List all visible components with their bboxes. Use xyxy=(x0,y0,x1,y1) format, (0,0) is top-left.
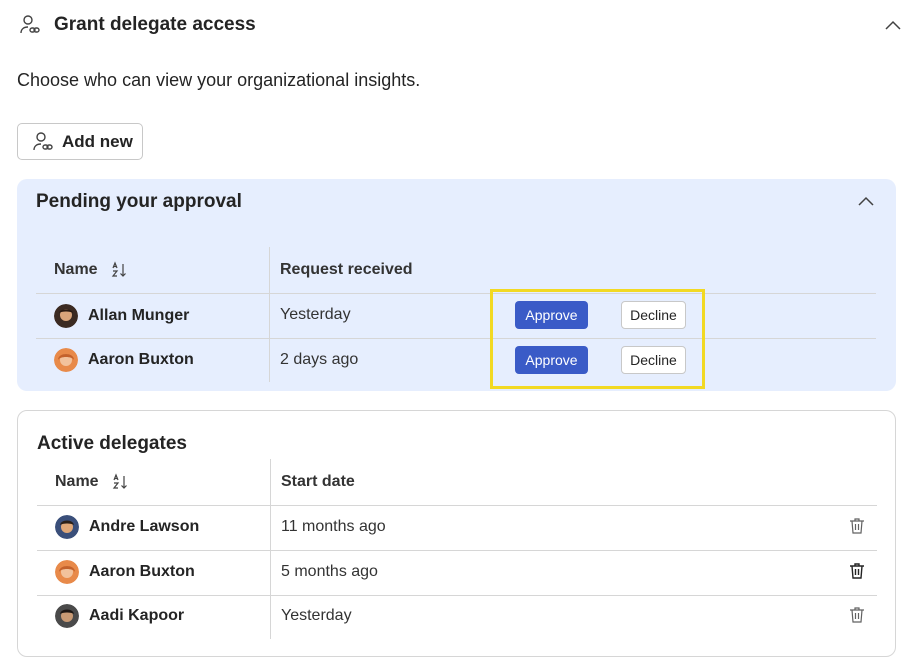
table-row: Allan Munger xyxy=(54,304,189,328)
table-row: Andre Lawson xyxy=(55,515,199,539)
person-link-icon xyxy=(32,131,54,153)
column-header-label: Name xyxy=(54,261,98,278)
row-divider xyxy=(36,338,876,339)
page-title: Grant delegate access xyxy=(54,14,256,35)
active-title: Active delegates xyxy=(37,433,187,454)
column-divider xyxy=(269,247,270,382)
delegate-name: Aadi Kapoor xyxy=(89,607,185,624)
trash-icon[interactable] xyxy=(847,605,867,625)
chevron-up-icon[interactable] xyxy=(883,15,903,35)
start-date: 11 months ago xyxy=(281,518,386,535)
column-header-start-date[interactable]: Start date xyxy=(281,473,355,491)
row-divider xyxy=(37,595,877,596)
request-date: 2 days ago xyxy=(280,351,359,368)
column-header-name[interactable]: Name xyxy=(55,473,129,491)
active-delegates-panel: Active delegates Name Start date Andre L… xyxy=(17,410,896,657)
add-new-button[interactable]: Add new xyxy=(17,123,143,160)
column-header-request-received[interactable]: Request received xyxy=(280,261,413,279)
avatar xyxy=(55,560,79,584)
avatar xyxy=(55,604,79,628)
sort-az-icon[interactable] xyxy=(111,473,129,491)
row-divider xyxy=(37,505,877,506)
delegate-name: Allan Munger xyxy=(88,307,190,324)
section-header: Grant delegate access xyxy=(18,8,903,42)
table-row: Aadi Kapoor xyxy=(55,604,184,628)
column-divider xyxy=(270,459,271,639)
avatar xyxy=(54,304,78,328)
row-divider xyxy=(37,550,877,551)
table-row: Aaron Buxton xyxy=(55,560,195,584)
avatar xyxy=(54,348,78,372)
column-header-label: Name xyxy=(55,473,99,490)
delegate-name: Andre Lawson xyxy=(89,518,200,535)
trash-icon[interactable] xyxy=(847,561,867,581)
chevron-up-icon[interactable] xyxy=(856,191,876,211)
pending-title: Pending your approval xyxy=(36,191,242,212)
avatar xyxy=(55,515,79,539)
pending-approval-panel: Pending your approval Name Request recei… xyxy=(17,179,896,391)
table-row: Aaron Buxton xyxy=(54,348,194,372)
sort-az-icon[interactable] xyxy=(110,261,128,279)
person-link-icon xyxy=(18,13,42,37)
start-date: 5 months ago xyxy=(281,563,378,580)
add-new-label: Add new xyxy=(62,131,133,151)
page-description: Choose who can view your organizational … xyxy=(17,70,421,90)
delegate-name: Aaron Buxton xyxy=(88,351,194,368)
start-date: Yesterday xyxy=(281,607,352,624)
trash-icon[interactable] xyxy=(847,516,867,536)
column-header-name[interactable]: Name xyxy=(54,261,128,279)
delegate-name: Aaron Buxton xyxy=(89,563,195,580)
request-date: Yesterday xyxy=(280,306,351,323)
highlight-box xyxy=(490,289,705,389)
row-divider xyxy=(36,293,876,294)
